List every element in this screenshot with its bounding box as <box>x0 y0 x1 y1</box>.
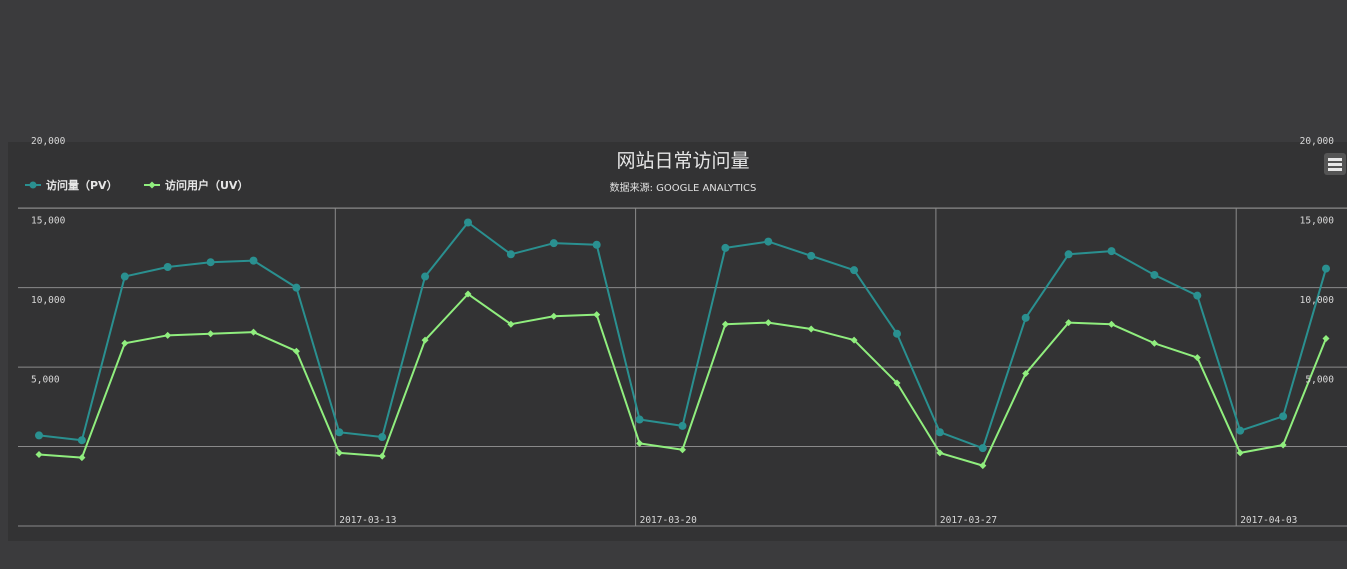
hamburger-menu-icon-bar <box>1328 163 1342 166</box>
data-point-pv[interactable] <box>893 329 901 338</box>
chart-svg: 网站日常访问量 数据来源: GOOGLE ANALYTICS 访问量（PV） 访问… <box>18 136 1347 527</box>
legend: 访问量（PV） 访问用户（UV） <box>25 178 248 192</box>
chart-subtitle: 数据来源: GOOGLE ANALYTICS <box>610 181 757 194</box>
legend-marker-diamond <box>148 181 156 189</box>
legend-label: 访问量（PV） <box>46 178 118 192</box>
y-tick-label-left: 20,000 <box>31 136 66 147</box>
hamburger-menu-icon <box>1328 158 1342 161</box>
data-point-pv[interactable] <box>77 436 86 445</box>
data-point-pv[interactable] <box>378 433 387 442</box>
chart-menu-button[interactable] <box>1324 153 1346 175</box>
data-point-pv[interactable] <box>335 428 344 437</box>
data-point-pv[interactable] <box>1064 250 1073 259</box>
data-point-pv[interactable] <box>35 431 43 440</box>
data-point-uv[interactable] <box>807 325 815 333</box>
data-point-pv[interactable] <box>1107 247 1116 256</box>
data-point-uv[interactable] <box>378 452 386 460</box>
data-point-pv[interactable] <box>678 421 687 430</box>
data-point-uv[interactable] <box>1322 334 1330 342</box>
data-point-pv[interactable] <box>120 272 129 281</box>
y-tick-label-right: 5,000 <box>1305 375 1334 386</box>
hamburger-menu-icon-bar <box>1328 168 1342 171</box>
y-tick-label-right: 15,000 <box>1300 216 1335 227</box>
data-point-uv[interactable] <box>335 449 343 457</box>
grid-layer <box>18 207 1347 527</box>
data-point-uv[interactable] <box>979 462 987 470</box>
y-tick-label-right: 10,000 <box>1300 295 1335 306</box>
y-tick-label-right: 20,000 <box>1300 136 1335 147</box>
y-tick-label-left: 15,000 <box>31 216 66 227</box>
data-point-uv[interactable] <box>250 328 257 336</box>
data-point-uv[interactable] <box>1108 320 1115 328</box>
y-tick-label-left: 5,000 <box>31 375 60 386</box>
series-line-uv <box>38 293 1327 467</box>
data-point-pv[interactable] <box>1150 270 1159 279</box>
legend-item-pv[interactable]: 访问量（PV） <box>25 178 118 192</box>
x-tick-label: 2017-04-03 <box>1240 515 1297 526</box>
data-point-pv[interactable] <box>421 272 430 281</box>
data-point-pv[interactable] <box>292 283 301 292</box>
data-point-pv[interactable] <box>764 237 773 246</box>
data-point-uv[interactable] <box>121 339 129 347</box>
data-point-uv[interactable] <box>593 311 601 319</box>
data-point-uv[interactable] <box>78 454 86 462</box>
data-point-pv[interactable] <box>721 243 730 252</box>
legend-marker-circle <box>29 181 37 189</box>
data-point-uv[interactable] <box>207 330 215 338</box>
data-point-pv[interactable] <box>635 415 644 424</box>
data-point-pv[interactable] <box>1322 264 1330 273</box>
legend-item-uv[interactable]: 访问用户（UV） <box>144 178 248 192</box>
series-layer <box>35 218 1330 470</box>
series-line-pv <box>38 221 1327 450</box>
data-point-pv[interactable] <box>206 258 215 267</box>
data-point-uv[interactable] <box>550 312 558 320</box>
data-point-pv[interactable] <box>249 256 258 265</box>
data-point-pv[interactable] <box>935 428 944 437</box>
data-point-uv[interactable] <box>721 320 729 328</box>
data-point-pv[interactable] <box>549 239 558 248</box>
data-point-pv[interactable] <box>978 444 987 453</box>
data-point-uv[interactable] <box>1150 339 1158 347</box>
data-point-pv[interactable] <box>592 240 601 249</box>
data-point-uv[interactable] <box>636 439 644 447</box>
data-point-pv[interactable] <box>163 262 172 271</box>
x-tick-label: 2017-03-20 <box>640 515 697 526</box>
data-point-uv[interactable] <box>1279 441 1287 449</box>
data-point-pv[interactable] <box>1236 426 1245 435</box>
data-point-pv[interactable] <box>506 250 515 259</box>
data-point-pv[interactable] <box>850 266 859 275</box>
data-point-uv[interactable] <box>679 446 686 454</box>
tick-layer: 5,000 5,000 10,000 10,000 15,000 15,000 20,000… <box>31 136 1334 526</box>
data-point-pv[interactable] <box>464 218 472 227</box>
data-point-pv[interactable] <box>807 251 816 260</box>
x-tick-label: 2017-03-27 <box>940 515 997 526</box>
data-point-uv[interactable] <box>164 331 172 339</box>
data-point-uv[interactable] <box>1236 449 1244 457</box>
data-point-uv[interactable] <box>35 450 43 458</box>
data-point-uv[interactable] <box>764 319 772 327</box>
y-tick-label-left: 10,000 <box>31 295 66 306</box>
legend-label: 访问用户（UV） <box>165 178 248 192</box>
data-point-uv[interactable] <box>292 347 300 355</box>
data-point-pv[interactable] <box>1021 313 1030 322</box>
chart-title: 网站日常访问量 <box>616 150 749 172</box>
data-point-uv[interactable] <box>1193 354 1201 362</box>
x-tick-label: 2017-03-13 <box>339 515 396 526</box>
data-point-pv[interactable] <box>1193 291 1202 300</box>
data-point-pv[interactable] <box>1279 412 1288 421</box>
